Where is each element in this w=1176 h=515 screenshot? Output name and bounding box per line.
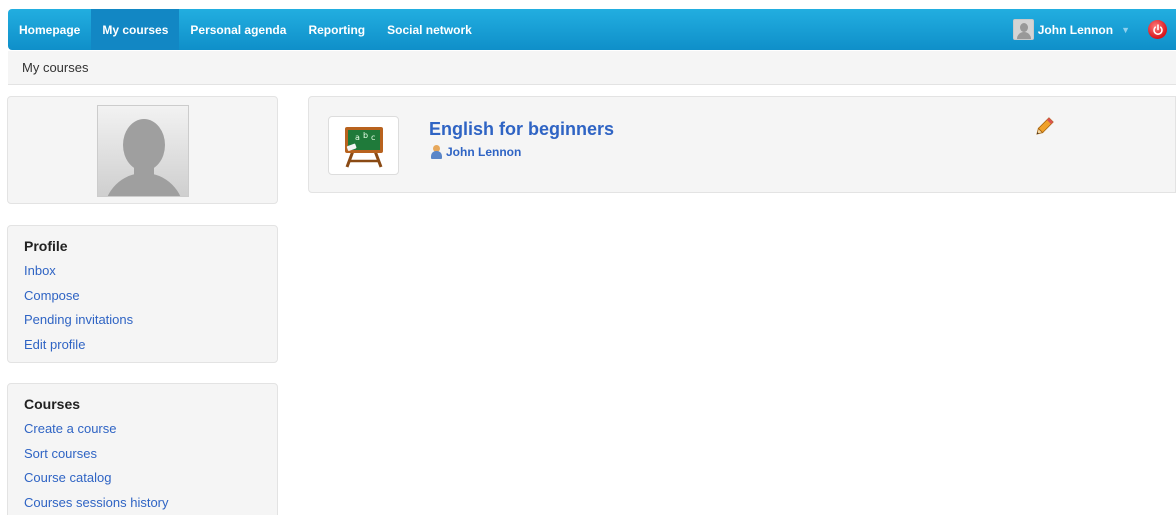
profile-menu-title: Profile [24, 238, 68, 254]
nav-reporting[interactable]: Reporting [297, 9, 376, 50]
profile-picture-box [7, 96, 278, 204]
breadcrumb: My courses [8, 51, 1176, 85]
course-title-link[interactable]: English for beginners [429, 119, 614, 140]
profile-menu: Profile Inbox Compose Pending invitation… [7, 225, 278, 363]
link-pending-invitations[interactable]: Pending invitations [24, 308, 261, 333]
link-sort-courses[interactable]: Sort courses [24, 442, 261, 467]
svg-text:b: b [363, 131, 368, 140]
nav-user-area: John Lennon ▼ [1003, 9, 1176, 50]
user-name: John Lennon [1037, 22, 1114, 37]
svg-text:c: c [371, 133, 375, 142]
svg-text:a: a [355, 133, 360, 142]
nav-my-courses[interactable]: My courses [91, 9, 180, 50]
teacher-icon [430, 145, 443, 159]
breadcrumb-current: My courses [22, 60, 89, 75]
chalkboard-icon[interactable]: a b c [328, 116, 399, 175]
link-course-catalog[interactable]: Course catalog [24, 466, 261, 491]
user-avatar-icon [1012, 19, 1034, 40]
chevron-down-icon: ▼ [1121, 24, 1130, 35]
link-create-course[interactable]: Create a course [24, 417, 261, 442]
user-menu[interactable]: John Lennon ▼ [1003, 9, 1140, 50]
power-glyph [1152, 23, 1163, 35]
course-card: a b c English for beginners John Lennon [308, 96, 1176, 193]
power-icon[interactable] [1148, 20, 1167, 39]
link-edit-profile[interactable]: Edit profile [24, 333, 261, 358]
main-nav: Homepage My courses Personal agenda Repo… [8, 9, 483, 50]
top-navbar: Homepage My courses Personal agenda Repo… [8, 9, 1176, 50]
courses-menu-title: Courses [24, 396, 81, 412]
link-inbox[interactable]: Inbox [24, 259, 261, 284]
link-compose[interactable]: Compose [24, 284, 261, 309]
profile-picture[interactable] [96, 105, 189, 197]
pencil-icon[interactable] [1033, 116, 1055, 138]
chalkboard-graphic: a b c [344, 126, 383, 168]
nav-homepage[interactable]: Homepage [8, 9, 91, 50]
courses-menu: Courses Create a course Sort courses Cou… [7, 383, 278, 515]
course-teacher-name: John Lennon [446, 145, 522, 159]
course-teacher-link[interactable]: John Lennon [430, 145, 521, 159]
nav-personal-agenda[interactable]: Personal agenda [179, 9, 297, 50]
sidebar: Profile Inbox Compose Pending invitation… [7, 96, 279, 515]
nav-social-network[interactable]: Social network [376, 9, 483, 50]
link-sessions-history[interactable]: Courses sessions history [24, 491, 261, 515]
